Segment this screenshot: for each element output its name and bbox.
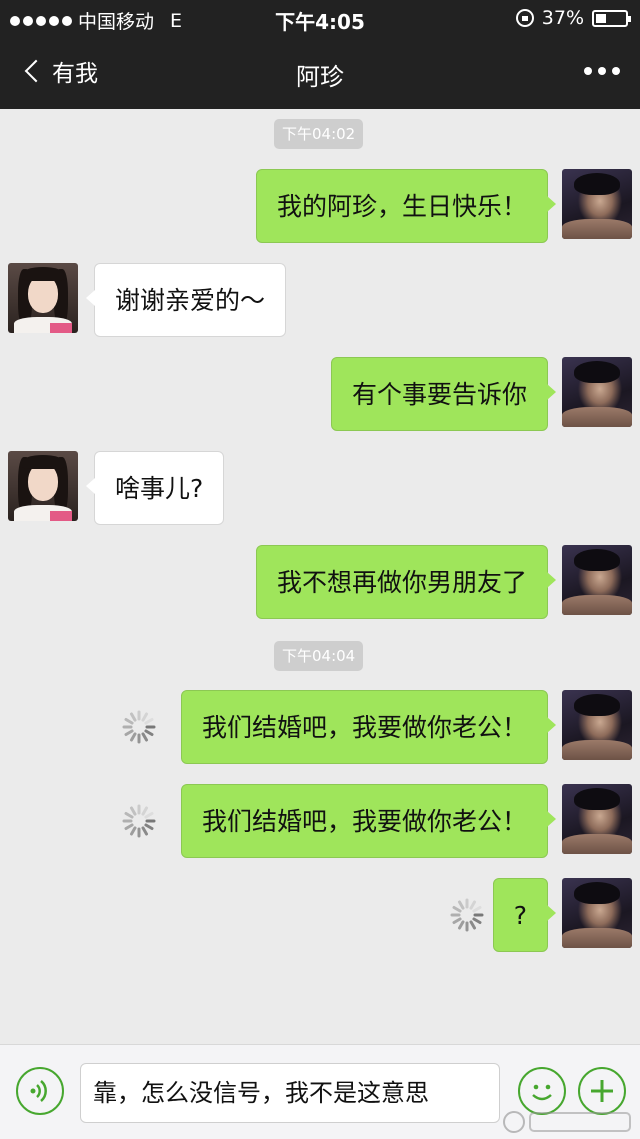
message-row: 有个事要告诉你 (0, 357, 640, 433)
message-row: 我们结婚吧，我要做你老公！ (0, 784, 640, 860)
message-row: ? (0, 878, 640, 954)
status-bar: 中国移动 E 下午4:05 37% (0, 0, 640, 36)
my-avatar[interactable] (562, 357, 632, 427)
incoming-bubble[interactable]: 谢谢亲爱的～ (85, 263, 287, 337)
contact-avatar[interactable] (8, 451, 78, 521)
message-row: 我们结婚吧，我要做你老公！ (0, 690, 640, 766)
my-avatar[interactable] (562, 784, 632, 854)
more-icon-dot (584, 67, 592, 75)
incoming-bubble[interactable]: 啥事儿? (85, 451, 225, 525)
sending-spinner-icon (122, 710, 156, 744)
chat-title: 阿珍 (296, 63, 344, 91)
status-right: 37% (515, 7, 631, 29)
message-row: 我的阿珍，生日快乐！ (0, 169, 640, 245)
timestamp-pill: 下午04:02 (274, 119, 364, 149)
my-avatar[interactable] (562, 690, 632, 760)
watermark-logo (503, 1111, 631, 1133)
orientation-lock-icon (515, 9, 534, 27)
voice-icon (30, 1080, 47, 1102)
outgoing-bubble[interactable]: 我的阿珍，生日快乐！ (255, 169, 557, 243)
input-bar: 靠，怎么没信号，我不是这意思 (0, 1044, 640, 1139)
sending-spinner-icon (450, 898, 484, 932)
voice-button[interactable] (16, 1067, 64, 1115)
battery-icon (592, 9, 631, 27)
outgoing-bubble[interactable]: 我们结婚吧，我要做你老公！ (180, 690, 557, 764)
message-row: 我不想再做你男朋友了 (0, 545, 640, 621)
sending-spinner-icon (122, 804, 156, 838)
outgoing-bubble[interactable]: 我不想再做你男朋友了 (255, 545, 557, 619)
my-avatar[interactable] (562, 169, 632, 239)
my-avatar[interactable] (562, 545, 632, 615)
more-icon-dot (598, 67, 606, 75)
message-row: 谢谢亲爱的～ (0, 263, 640, 339)
nav-bar: 有我 阿珍 (0, 36, 640, 109)
outgoing-bubble[interactable]: 有个事要告诉你 (330, 357, 557, 431)
message-input[interactable]: 靠，怎么没信号，我不是这意思 (80, 1063, 500, 1123)
outgoing-bubble[interactable]: 我们结婚吧，我要做你老公！ (180, 784, 557, 858)
battery-percent: 37% (541, 7, 584, 29)
contact-avatar[interactable] (8, 263, 78, 333)
message-row: 啥事儿? (0, 451, 640, 527)
chat-area[interactable]: 下午04:02 我的阿珍，生日快乐！ 谢谢亲爱的～ 有个事要告诉你 啥事儿? 我… (0, 109, 640, 1044)
battery-level-fill (596, 13, 606, 23)
my-avatar[interactable] (562, 878, 632, 948)
more-icon-dot (612, 67, 620, 75)
more-button[interactable] (584, 67, 620, 75)
timestamp-pill: 下午04:04 (274, 641, 364, 671)
outgoing-bubble[interactable]: ? (492, 878, 557, 952)
